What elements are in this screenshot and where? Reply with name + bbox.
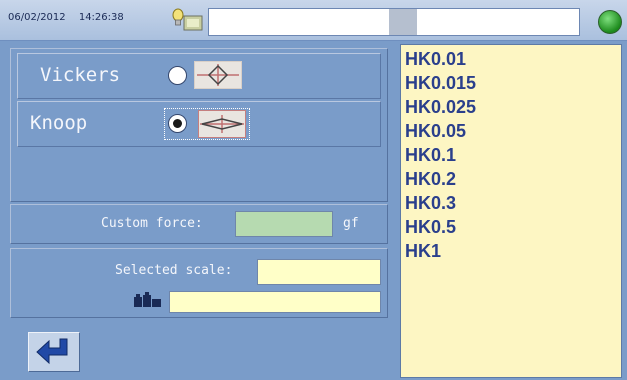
- weights-icon: [134, 292, 161, 307]
- knoop-indenter-icon: [198, 110, 246, 138]
- knoop-label: Knoop: [30, 112, 88, 134]
- selected-scale-label: Selected scale:: [115, 263, 233, 278]
- back-button[interactable]: [28, 332, 80, 372]
- lamp-icon[interactable]: [170, 6, 204, 32]
- knoop-row[interactable]: Knoop: [17, 101, 381, 147]
- scale-item-hk0-05[interactable]: HK0.05: [405, 121, 466, 142]
- scale-list[interactable]: HK0.01 HK0.015 HK0.025 HK0.05 HK0.1 HK0.…: [400, 44, 622, 378]
- time-text: 14:26:38: [78, 12, 124, 23]
- scale-item-hk0-2[interactable]: HK0.2: [405, 169, 456, 190]
- selected-scale-panel: Selected scale:: [10, 248, 388, 318]
- vickers-radio[interactable]: [168, 66, 187, 85]
- scale-item-hk0-1[interactable]: HK0.1: [405, 145, 456, 166]
- vickers-indenter-icon: [194, 61, 242, 89]
- scale-item-hk0-3[interactable]: HK0.3: [405, 193, 456, 214]
- message-box: [208, 8, 580, 36]
- scale-item-hk0-5[interactable]: HK0.5: [405, 217, 456, 238]
- status-led-icon: [598, 10, 622, 34]
- method-panel: Vickers Knoop: [10, 48, 388, 202]
- custom-force-label: Custom force:: [101, 216, 203, 231]
- force-unit-label: gf: [343, 216, 359, 231]
- message-box-slider[interactable]: [389, 9, 417, 35]
- knoop-radio[interactable]: [168, 114, 187, 133]
- scale-item-hk0-01[interactable]: HK0.01: [405, 49, 466, 70]
- selected-weight-field: [169, 291, 381, 313]
- back-arrow-icon: [36, 338, 68, 365]
- custom-force-input[interactable]: [235, 211, 333, 237]
- scale-item-hk0-015[interactable]: HK0.015: [405, 73, 476, 94]
- custom-force-panel: Custom force: gf: [10, 204, 388, 244]
- scale-item-hk0-025[interactable]: HK0.025: [405, 97, 476, 118]
- scale-item-hk1[interactable]: HK1: [405, 241, 441, 262]
- selected-scale-field: [257, 259, 381, 285]
- vickers-label: Vickers: [40, 64, 121, 86]
- date-text: 06/02/2012: [8, 12, 66, 23]
- vickers-row[interactable]: Vickers: [17, 53, 381, 99]
- hardness-tester-screen: 06/02/2012 14:26:38 Vickers Knoop Custom…: [0, 0, 627, 380]
- datetime-display: 06/02/2012 14:26:38: [8, 12, 134, 23]
- top-status-bar: 06/02/2012 14:26:38: [0, 0, 627, 41]
